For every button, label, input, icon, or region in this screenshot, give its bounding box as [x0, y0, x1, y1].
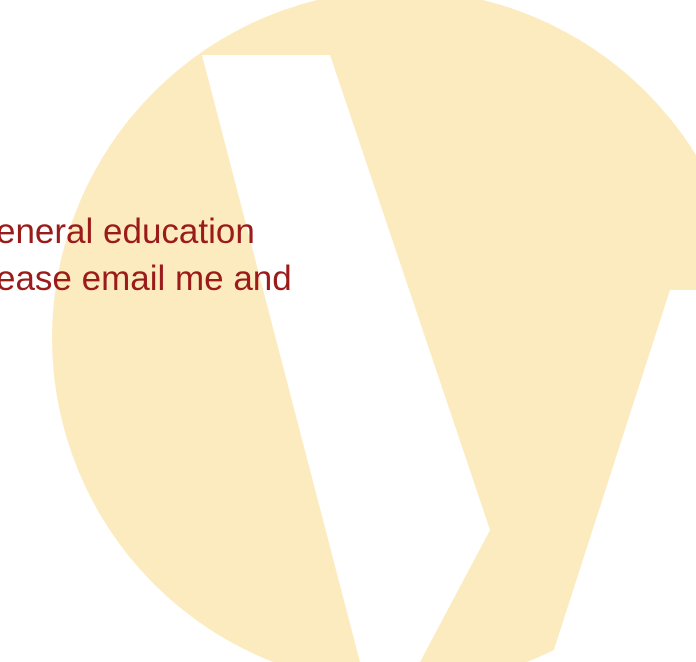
document-page: eneral education ease email me and [0, 0, 696, 662]
body-text: eneral education ease email me and [0, 208, 696, 302]
body-text-line-2: ease email me and [0, 259, 292, 298]
body-text-line-1: eneral education [0, 212, 255, 251]
v-logo-icon [52, 0, 696, 662]
